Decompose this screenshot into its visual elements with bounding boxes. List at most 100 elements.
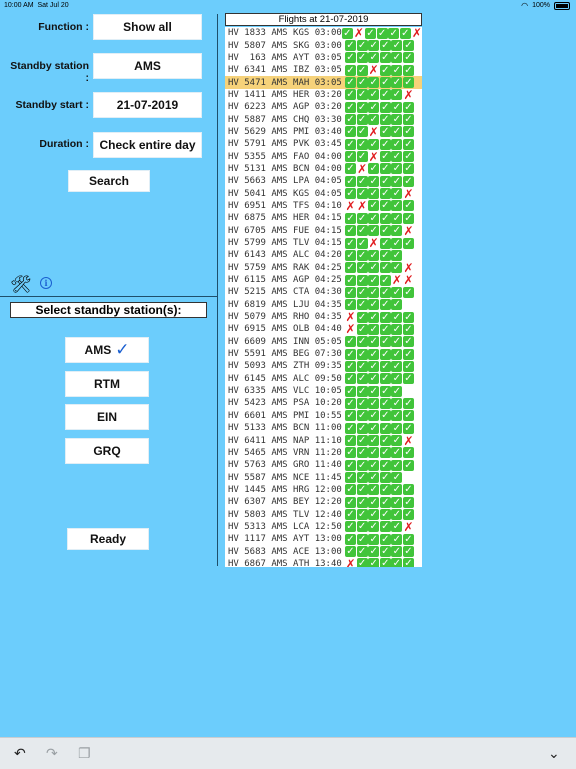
search-button[interactable]: Search	[68, 170, 150, 192]
status-marks: ✓ ✓ ✓ ✓ ✓ ✓	[345, 546, 415, 558]
check-icon: ✓	[356, 373, 368, 385]
flight-row[interactable]: HV 5215 AMS CTA 04:30 ✓ ✓ ✓ ✓ ✓ ✓	[225, 286, 422, 298]
flight-row[interactable]: HV 1117 AMS AYT 13:00 ✓ ✓ ✓ ✓ ✓ ✓	[225, 533, 422, 545]
flight-row[interactable]: HV 6411 AMS NAP 11:10 ✓ ✓ ✓ ✓ ✓ ✗	[225, 434, 422, 448]
check-icon: ✓	[368, 336, 380, 348]
check-icon: ✓	[368, 410, 380, 422]
check-icon: ✓	[391, 360, 403, 372]
flight-row[interactable]: HV 5663 AMS LPA 04:05 ✓ ✓ ✓ ✓ ✓ ✓	[225, 175, 422, 187]
flight-row[interactable]: HV 6223 AMS AGP 03:20 ✓ ✓ ✓ ✓ ✓ ✓	[225, 101, 422, 113]
flight-text: HV 1445 AMS HRG 12:00	[228, 484, 342, 495]
flight-row[interactable]: HV 5471 AMS MAH 03:05 ✓ ✓ ✓ ✓ ✓ ✓	[225, 76, 422, 89]
check-icon: ✓	[356, 188, 368, 200]
flight-row[interactable]: HV 1411 AMS HER 03:20 ✓ ✓ ✓ ✓ ✓ ✗	[225, 88, 422, 102]
flight-row[interactable]: HV 5041 AMS KGS 04:05 ✓ ✓ ✓ ✓ ✓ ✗	[225, 187, 422, 201]
flight-row[interactable]: HV 6143 AMS ALC 04:20 ✓ ✓ ✓ ✓ ✓	[225, 249, 422, 261]
check-icon: ✓	[356, 472, 368, 484]
flight-row[interactable]: HV 6601 AMS PMI 10:55 ✓ ✓ ✓ ✓ ✓ ✓	[225, 410, 422, 422]
flight-row[interactable]: HV 5423 AMS PSA 10:20 ✓ ✓ ✓ ✓ ✓ ✓	[225, 397, 422, 409]
ready-button[interactable]: Ready	[67, 528, 149, 550]
flight-row[interactable]: HV 5079 AMS RHO 04:35 ✗ ✓ ✓ ✓ ✓ ✓	[225, 310, 422, 324]
station-button-grq[interactable]: GRQ	[65, 438, 149, 464]
flight-row[interactable]: HV 5759 AMS RAK 04:25 ✓ ✓ ✓ ✓ ✓ ✗	[225, 261, 422, 275]
duration-selector[interactable]: Check entire day	[93, 132, 202, 158]
check-icon: ✓	[368, 472, 380, 484]
flight-row[interactable]: HV 6307 AMS BEY 12:20 ✓ ✓ ✓ ✓ ✓ ✓	[225, 496, 422, 508]
undo-icon[interactable]: ↶	[14, 745, 26, 762]
flight-row[interactable]: HV 6875 AMS HER 04:15 ✓ ✓ ✓ ✓ ✓ ✓	[225, 212, 422, 224]
check-icon: ✓	[345, 274, 356, 286]
tools-icon[interactable]: 🛠	[10, 275, 32, 295]
flight-row[interactable]: HV 5591 AMS BEG 07:30 ✓ ✓ ✓ ✓ ✓ ✓	[225, 348, 422, 360]
check-icon: ✓	[379, 237, 391, 249]
station-button-ams[interactable]: AMS ✓	[65, 337, 149, 363]
flight-row[interactable]: HV 6335 AMS VLC 10:05 ✓ ✓ ✓ ✓ ✓	[225, 385, 422, 397]
flight-row[interactable]: HV 5803 AMS TLV 12:40 ✓ ✓ ✓ ✓ ✓ ✓	[225, 508, 422, 521]
check-icon: ✓	[402, 114, 414, 126]
flight-row[interactable]: HV 5683 AMS ACE 13:00 ✓ ✓ ✓ ✓ ✓ ✓	[225, 545, 422, 558]
station-selector[interactable]: AMS	[93, 53, 202, 79]
status-marks: ✓ ✓ ✓ ✓ ✓ ✓	[345, 336, 415, 348]
check-icon: ✓	[368, 385, 380, 397]
flight-row[interactable]: HV 5629 AMS PMI 03:40 ✓ ✓ ✗ ✓ ✓ ✓	[225, 125, 422, 139]
flight-row[interactable]: HV 1445 AMS HRG 12:00 ✓ ✓ ✓ ✓ ✓ ✓	[225, 484, 422, 496]
check-icon: ✓	[379, 459, 391, 471]
flight-row[interactable]: HV 5355 AMS FAO 04:00 ✓ ✓ ✗ ✓ ✓ ✓	[225, 150, 422, 164]
status-marks: ✓ ✓ ✓ ✓ ✓ ✓	[345, 52, 415, 64]
check-icon: ✓	[402, 77, 414, 89]
check-icon: ✓	[379, 40, 391, 52]
flight-row[interactable]: HV 6867 AMS ATH 13:40 ✗ ✓ ✓ ✓ ✓ ✓	[225, 557, 422, 567]
check-icon: ✓	[402, 126, 414, 138]
start-date-field[interactable]: 21-07-2019	[93, 92, 202, 118]
flight-row[interactable]: HV 6341 AMS IBZ 03:05 ✓ ✓ ✗ ✓ ✓ ✓	[225, 63, 422, 78]
station-button-ein[interactable]: EIN	[65, 404, 149, 430]
flight-row[interactable]: HV 1833 AMS KGS 03:00 ✓ ✗ ✓ ✓ ✓ ✓ ✗	[225, 27, 422, 40]
check-icon: ✓	[345, 385, 356, 397]
cross-icon: ✗	[368, 236, 379, 251]
cross-icon: ✗	[368, 63, 379, 78]
flight-row[interactable]: HV 5313 AMS LCA 12:50 ✓ ✓ ✓ ✓ ✓ ✗	[225, 520, 422, 534]
flight-row[interactable]: HV 5133 AMS BCN 11:00 ✓ ✓ ✓ ✓ ✓ ✓	[225, 422, 422, 434]
flight-row[interactable]: HV 6819 AMS LJU 04:35 ✓ ✓ ✓ ✓ ✓	[225, 299, 422, 311]
info-icon[interactable]: i	[40, 277, 52, 289]
function-selector[interactable]: Show all	[93, 14, 202, 40]
check-icon: ✓	[356, 299, 368, 311]
flight-row[interactable]: HV 5887 AMS CHQ 03:30 ✓ ✓ ✓ ✓ ✓ ✓	[225, 113, 422, 126]
flight-row[interactable]: HV 6145 AMS ALC 09:50 ✓ ✓ ✓ ✓ ✓ ✓	[225, 373, 422, 385]
status-marks: ✓ ✓ ✗ ✓ ✓ ✓	[345, 236, 415, 251]
flight-text: HV 163 AMS AYT 03:05	[228, 52, 342, 63]
check-icon: ✓	[391, 496, 403, 508]
flight-list[interactable]: HV 1833 AMS KGS 03:00 ✓ ✗ ✓ ✓ ✓ ✓ ✗ HV 5807 AMS …	[225, 27, 422, 567]
battery-icon	[554, 2, 570, 10]
flight-row[interactable]: HV 5093 AMS ZTH 09:35 ✓ ✓ ✓ ✓ ✓ ✓	[225, 360, 422, 372]
check-icon: ✓	[402, 212, 414, 224]
check-icon: ✓	[345, 126, 356, 138]
flight-row[interactable]: HV 5807 AMS SKG 03:00 ✓ ✓ ✓ ✓ ✓ ✓	[225, 39, 422, 52]
flight-row[interactable]: HV 5763 AMS GRO 11:40 ✓ ✓ ✓ ✓ ✓ ✓	[225, 459, 422, 471]
flight-row[interactable]: HV 5587 AMS NCE 11:45 ✓ ✓ ✓ ✓ ✓	[225, 471, 422, 484]
flight-row[interactable]: HV 6115 AMS AGP 04:25 ✓ ✓ ✓ ✓ ✗ ✗	[225, 273, 422, 287]
clipboard-icon[interactable]: ❐	[78, 745, 91, 762]
flight-row[interactable]: HV 5131 AMS BCN 04:00 ✓ ✗ ✓ ✓ ✓ ✓	[225, 162, 422, 176]
check-icon: ✓	[345, 397, 356, 409]
status-marks: ✓ ✓ ✓ ✓ ✓ ✗	[345, 261, 415, 275]
check-icon: ✓	[345, 77, 356, 89]
check-icon: ✓	[368, 89, 380, 101]
check-icon: ✓	[356, 286, 368, 298]
check-icon: ✓	[391, 188, 403, 200]
flight-row[interactable]: HV 6705 AMS FUE 04:15 ✓ ✓ ✓ ✓ ✓ ✗	[225, 224, 422, 238]
check-icon: ✓	[391, 484, 403, 496]
flight-row[interactable]: HV 6609 AMS INN 05:05 ✓ ✓ ✓ ✓ ✓ ✓	[225, 336, 422, 348]
flight-row[interactable]: HV 5791 AMS PVK 03:45 ✓ ✓ ✓ ✓ ✓ ✓	[225, 138, 422, 150]
flight-row[interactable]: HV 5799 AMS TLV 04:15 ✓ ✓ ✗ ✓ ✓ ✓	[225, 236, 422, 251]
status-marks: ✓ ✓ ✓ ✓ ✓ ✗	[345, 88, 415, 102]
check-icon: ✓	[402, 397, 414, 409]
flight-row[interactable]: HV 5465 AMS VRN 11:20 ✓ ✓ ✓ ✓ ✓ ✓	[225, 447, 422, 459]
redo-icon[interactable]: ↷	[46, 745, 58, 762]
flight-row[interactable]: HV 6915 AMS OLB 04:40 ✗ ✓ ✓ ✓ ✓ ✓	[225, 322, 422, 336]
flight-row[interactable]: HV 163 AMS AYT 03:05 ✓ ✓ ✓ ✓ ✓ ✓	[225, 52, 422, 64]
chevron-down-icon[interactable]: ⌄	[548, 745, 560, 762]
check-icon: ✓	[402, 509, 414, 521]
flight-row[interactable]: HV 6951 AMS TFS 04:10 ✗ ✗ ✓ ✓ ✓ ✓	[225, 199, 422, 213]
station-button-rtm[interactable]: RTM	[65, 371, 149, 397]
